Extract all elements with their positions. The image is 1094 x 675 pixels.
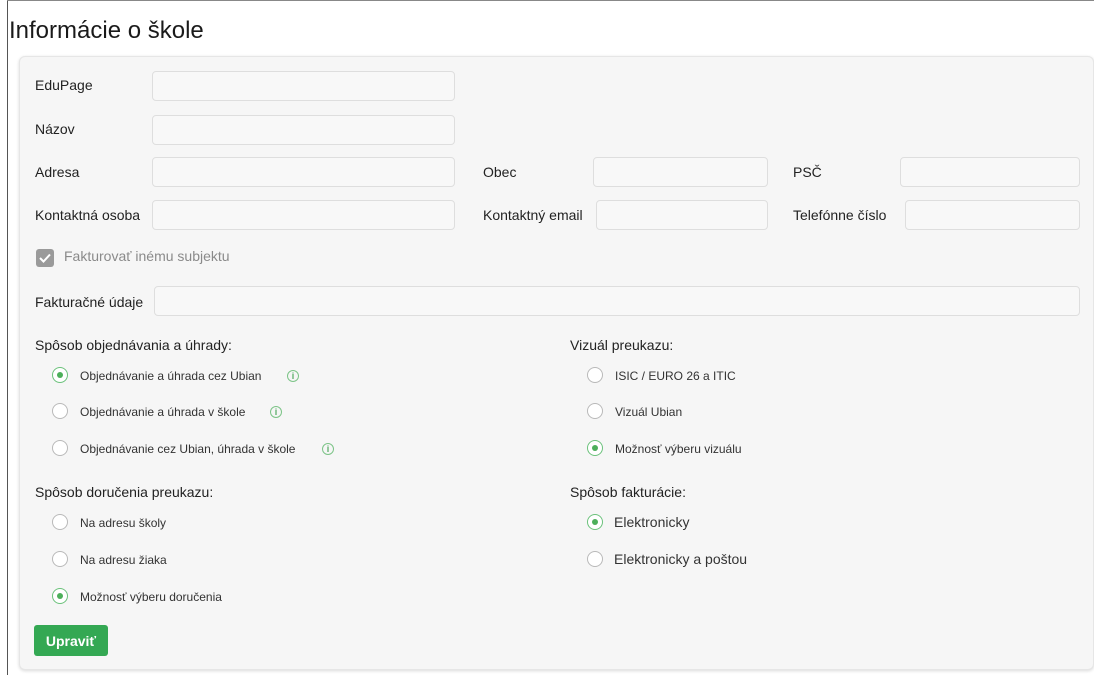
- checkmark-icon: [39, 253, 51, 263]
- info-icon[interactable]: i: [287, 370, 299, 382]
- fakturovat-label: Fakturovať inému subjektu: [64, 248, 230, 264]
- fakturacne-udaje-label: Fakturačné údaje: [35, 294, 144, 310]
- vizual-ubian-label: Vizuál Ubian: [615, 405, 683, 419]
- edit-button[interactable]: Upraviť: [34, 625, 108, 656]
- fakturacia-elektronicky-radio[interactable]: [587, 514, 603, 530]
- obec-input[interactable]: [593, 157, 768, 187]
- objednavanie-ubian-radio[interactable]: [52, 367, 68, 383]
- nazov-label: Názov: [35, 121, 75, 137]
- vizual-isic-radio[interactable]: [587, 367, 603, 383]
- edupage-label: EduPage: [35, 77, 93, 93]
- school-info-panel: [19, 56, 1094, 670]
- fakturacne-udaje-input[interactable]: [154, 286, 1080, 316]
- dorucenie-ziak-label: Na adresu žiaka: [80, 553, 167, 567]
- window-frame-top: [7, 0, 1094, 1]
- objednavanie-skola-radio[interactable]: [52, 403, 68, 419]
- edupage-input[interactable]: [152, 71, 455, 101]
- psc-label: PSČ: [793, 164, 822, 180]
- vizual-vyber-label: Možnosť výberu vizuálu: [615, 442, 742, 456]
- dorucenie-ziak-radio[interactable]: [52, 551, 68, 567]
- fakturovat-checkbox[interactable]: [36, 249, 54, 267]
- adresa-label: Adresa: [35, 164, 80, 180]
- objednavanie-kombinovane-label: Objednávanie cez Ubian, úhrada v škole: [80, 442, 296, 456]
- info-icon[interactable]: i: [322, 443, 334, 455]
- kontaktny-email-label: Kontaktný email: [483, 207, 583, 223]
- telefon-input[interactable]: [905, 200, 1080, 230]
- fakturacia-postou-label: Elektronicky a poštou: [614, 551, 748, 567]
- objednavanie-skola-label: Objednávanie a úhrada v škole: [80, 405, 246, 419]
- objednavanie-ubian-label: Objednávanie a úhrada cez Ubian: [80, 369, 262, 383]
- vizual-title: Vizuál preukazu:: [570, 337, 674, 353]
- dorucenie-skola-label: Na adresu školy: [80, 516, 167, 530]
- nazov-input[interactable]: [152, 115, 455, 145]
- obec-label: Obec: [483, 164, 517, 180]
- dorucenie-vyber-label: Možnosť výberu doručenia: [80, 590, 222, 604]
- dorucenie-title: Spôsob doručenia preukazu:: [35, 484, 214, 500]
- dorucenie-skola-radio[interactable]: [52, 514, 68, 530]
- page-title: Informácie o škole: [9, 17, 204, 44]
- vizual-ubian-radio[interactable]: [587, 403, 603, 419]
- objednavanie-title: Spôsob objednávania a úhrady:: [35, 337, 232, 353]
- kontaktna-osoba-label: Kontaktná osoba: [35, 207, 141, 223]
- adresa-input[interactable]: [152, 157, 455, 187]
- fakturacia-postou-radio[interactable]: [587, 551, 603, 567]
- fakturacia-elektronicky-label: Elektronicky: [614, 514, 690, 530]
- objednavanie-kombinovane-radio[interactable]: [52, 440, 68, 456]
- psc-input[interactable]: [900, 157, 1080, 187]
- vizual-vyber-radio[interactable]: [587, 440, 603, 456]
- dorucenie-vyber-radio[interactable]: [52, 588, 68, 604]
- kontaktna-osoba-input[interactable]: [152, 200, 455, 230]
- fakturacia-title: Spôsob fakturácie:: [570, 484, 686, 500]
- kontaktny-email-input[interactable]: [596, 200, 768, 230]
- telefon-label: Telefónne číslo: [793, 207, 887, 223]
- vizual-isic-label: ISIC / EURO 26 a ITIC: [615, 369, 736, 383]
- window-frame-left: [7, 0, 8, 675]
- info-icon[interactable]: i: [270, 406, 282, 418]
